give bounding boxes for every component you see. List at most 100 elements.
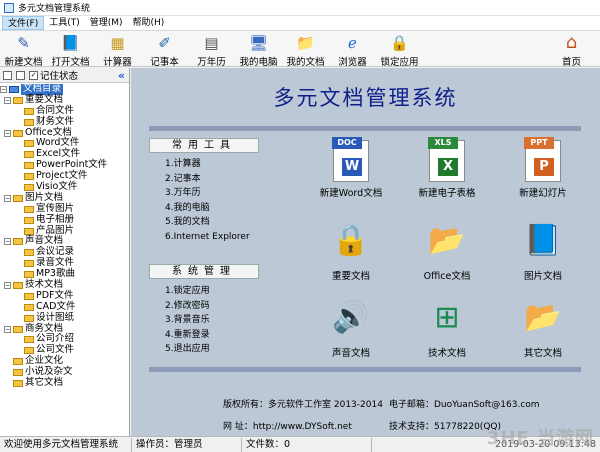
menu-manage[interactable]: 管理(M) xyxy=(85,16,128,30)
tree-node[interactable]: 其它文档 xyxy=(0,377,129,389)
toolbar-button-label: 我的电脑 xyxy=(239,57,278,68)
main-header: 多元文档管理系统 xyxy=(131,68,600,126)
tree-node-label: 财务文件 xyxy=(36,115,75,127)
lock-icon: 🔒 xyxy=(390,34,409,52)
speaker-icon: 🔊 xyxy=(332,300,370,335)
list-view-icon[interactable] xyxy=(16,70,25,80)
toolbar-button-label: 锁定应用 xyxy=(380,57,419,68)
grid-item-label: 其它文档 xyxy=(523,348,562,359)
toolbar-button-4[interactable]: ▤ 万年历 xyxy=(188,31,235,68)
tool-link-item[interactable]: 2.记事本 xyxy=(165,172,250,187)
window-title: 多元文档管理系统 xyxy=(18,4,91,14)
grid-item-0[interactable]: DOC W 新建Word文档 xyxy=(306,137,396,215)
tree-node[interactable]: 电子相册 xyxy=(0,213,129,226)
folder-icon xyxy=(24,314,34,322)
grid-item-4[interactable]: 📂 Office文档 xyxy=(402,217,492,292)
tree-view-icon[interactable] xyxy=(3,70,12,80)
divider-top xyxy=(149,126,581,131)
folder-icon xyxy=(24,205,34,213)
tools-list: 1.计算器 2.记事本 3.万年历 4.我的电脑 5.我的文档 6.Internet Ex… xyxy=(165,157,250,244)
tool-link-item[interactable]: 6.Internet Explorer xyxy=(165,230,250,245)
toolbar-button-6[interactable]: 📁 我的文档 xyxy=(282,31,329,68)
expand-toggle-icon[interactable]: − xyxy=(4,194,11,202)
toolbar-button-1[interactable]: 📘 打开文档 xyxy=(47,31,94,68)
expand-toggle-icon[interactable]: − xyxy=(4,238,11,246)
ie-icon: ℯ xyxy=(348,34,357,52)
grid-item-1[interactable]: XLS X 新建电子表格 xyxy=(402,137,492,215)
tool-link-item[interactable]: 5.我的文档 xyxy=(165,215,250,230)
grid-item-label: 新建Word文档 xyxy=(319,188,383,199)
xls-file-icon: XLS X xyxy=(428,137,465,182)
tree-node[interactable]: 公司文件 xyxy=(0,344,129,356)
tool-link-item[interactable]: 3.万年历 xyxy=(165,186,250,201)
ppt-file-icon: PPT P xyxy=(524,137,561,182)
tree-node[interactable]: 财务文件 xyxy=(0,115,129,128)
folder-icon xyxy=(24,336,34,344)
grid-item-6[interactable]: 🔊 声音文档 xyxy=(306,294,396,369)
grid-item-7[interactable]: ⊞ 技术文档 xyxy=(402,294,492,369)
grid-item-3[interactable]: 🔒 重要文档 xyxy=(306,217,396,292)
folder-icon xyxy=(24,140,34,148)
tree-node-label: 电子相册 xyxy=(36,213,75,225)
email-text: 电子邮箱：DuoYuanSoft@163.com xyxy=(389,400,540,410)
admin-link-item[interactable]: 5.退出应用 xyxy=(165,342,210,357)
tree-node[interactable]: 设计图纸 xyxy=(0,311,129,324)
collapse-sidebar-icon[interactable]: « xyxy=(118,69,125,82)
folder-icon xyxy=(13,129,23,137)
toolbar-button-0[interactable]: ✎ 新建文档 xyxy=(0,31,47,68)
toolbar-button-label: 记事本 xyxy=(150,57,179,68)
title-bar: 多元文档管理系统 xyxy=(0,0,600,16)
sidebar-tabs: ✓ 记住状态 « xyxy=(0,68,129,83)
expand-toggle-icon[interactable]: − xyxy=(4,281,11,289)
tree-node[interactable]: − 文档目录 xyxy=(0,83,129,95)
grid-item-label: 新建幻灯片 xyxy=(519,188,567,199)
pen-icon: ✎ xyxy=(17,34,30,52)
divider-bottom xyxy=(149,367,581,372)
menu-help[interactable]: 帮助(H) xyxy=(128,16,170,30)
tree-node[interactable]: Visio文件 xyxy=(0,181,129,193)
expand-toggle-icon[interactable]: − xyxy=(4,325,11,333)
tree-node-label: 设计图纸 xyxy=(36,311,75,323)
toolbar-button-2[interactable]: ▦ 计算器 xyxy=(94,31,141,68)
menu-bar: 文件(F) 工具(T) 管理(M) 帮助(H) xyxy=(0,16,600,31)
tree-node[interactable]: MP3歌曲 xyxy=(0,268,129,280)
page-title: 多元文档管理系统 xyxy=(273,86,458,110)
menu-tools[interactable]: 工具(T) xyxy=(44,16,85,30)
tree-node[interactable]: 小说及杂文 xyxy=(0,366,129,378)
grid-item-8[interactable]: 📂 其它文档 xyxy=(498,294,588,369)
expand-toggle-icon[interactable]: − xyxy=(4,129,11,137)
tree-node[interactable]: 产品图片 xyxy=(0,225,129,237)
admin-link-item[interactable]: 1.锁定应用 xyxy=(165,284,210,299)
network-icon: ⊞ xyxy=(434,300,460,335)
tree-node-label: 其它文档 xyxy=(25,377,64,389)
folder-icon xyxy=(24,249,34,257)
folder-icon xyxy=(24,292,34,300)
toolbar-button-8[interactable]: 🔒 锁定应用 xyxy=(376,31,423,68)
toolbar-button-7[interactable]: ℯ 浏览器 xyxy=(329,31,376,68)
tool-link-item[interactable]: 1.计算器 xyxy=(165,157,250,172)
toolbar: ✎ 新建文档 📘 打开文档 ▦ 计算器 ✐ 记事本 ▤ 万年历 🖥 我的电脑 📁 我的文档 ℯ 浏览器 🔒 锁定应… xyxy=(0,31,600,69)
admin-link-item[interactable]: 4.重新登录 xyxy=(165,328,210,343)
grid-item-5[interactable]: 📘 图片文档 xyxy=(498,217,588,292)
expand-toggle-icon[interactable]: − xyxy=(4,96,11,104)
toolbar-button-3[interactable]: ✐ 记事本 xyxy=(141,31,188,68)
watermark: 3HE 当游网 xyxy=(486,428,594,449)
admin-link-item[interactable]: 2.修改密码 xyxy=(165,299,210,314)
expand-toggle-icon[interactable]: − xyxy=(0,85,7,93)
admin-link-item[interactable]: 3.背景音乐 xyxy=(165,313,210,328)
remember-state-checkbox[interactable]: ✓ xyxy=(29,70,38,80)
folder-icon xyxy=(24,271,34,279)
menu-file[interactable]: 文件(F) xyxy=(2,16,45,30)
status-file-count: 文件数：0 xyxy=(242,437,372,452)
doc-file-icon: DOC W xyxy=(332,137,369,182)
toolbar-button-5[interactable]: 🖥 我的电脑 xyxy=(235,31,282,68)
app-icon xyxy=(4,2,14,13)
toolbar-button-label: 万年历 xyxy=(197,57,226,68)
home-button[interactable]: ⌂ 首页 xyxy=(548,31,595,69)
grid-item-2[interactable]: PPT P 新建幻灯片 xyxy=(498,137,588,215)
folder-icon xyxy=(24,303,34,311)
tool-link-item[interactable]: 4.我的电脑 xyxy=(165,201,250,216)
calculator-icon: ▦ xyxy=(110,34,125,52)
folder-icon xyxy=(24,227,34,235)
toolbar-button-label: 浏览器 xyxy=(338,57,367,68)
